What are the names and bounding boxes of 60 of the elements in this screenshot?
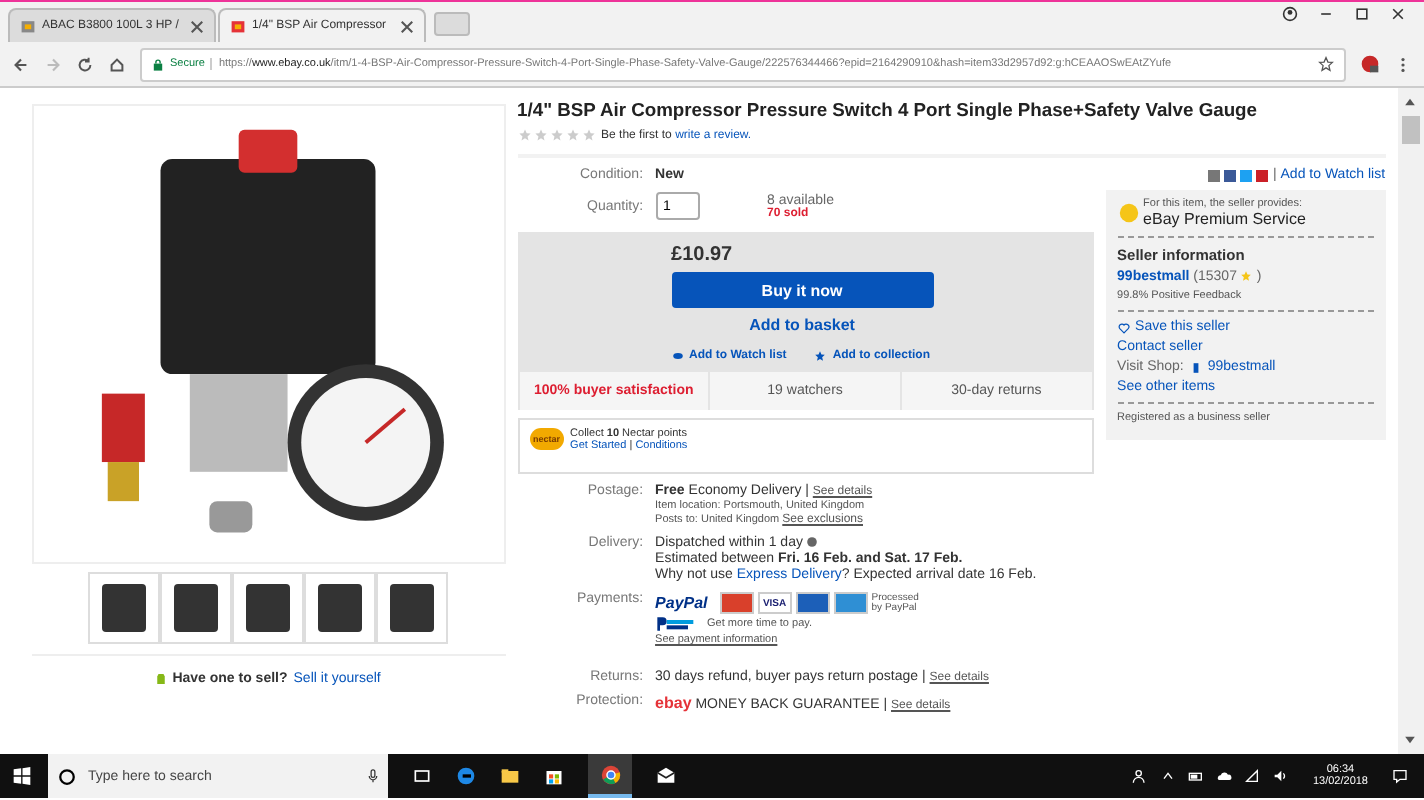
mail-icon[interactable] (656, 766, 676, 786)
circle-icon[interactable] (58, 767, 76, 785)
paypal-logo: PayPal (655, 594, 708, 612)
twitter-icon[interactable] (1240, 169, 1253, 181)
card-icon (719, 592, 754, 614)
paypal-credit-icon (655, 616, 696, 632)
active-taskbar-button[interactable] (588, 754, 632, 798)
windows-start-icon[interactable] (12, 766, 32, 786)
folder-icon[interactable] (500, 766, 520, 786)
close-tab-icon[interactable] (190, 19, 204, 33)
bookmark-star-icon[interactable] (1318, 56, 1334, 72)
scrollbar[interactable] (1397, 88, 1424, 754)
ebay-logo: ebay (655, 694, 692, 712)
scroll-up-icon[interactable] (1402, 94, 1419, 110)
thumbnail-photo[interactable] (232, 572, 305, 644)
premium-service-title: eBay Premium Service (1143, 210, 1306, 228)
lock-icon (152, 57, 164, 71)
scrollbar-thumb[interactable] (1401, 116, 1420, 144)
buy-it-now-button[interactable]: Buy it now (671, 272, 934, 308)
task-view-icon[interactable] (412, 766, 432, 786)
shooting-star-icon (1240, 270, 1253, 283)
reload-icon[interactable] (76, 55, 94, 73)
profile-icon[interactable] (1282, 6, 1298, 22)
maximize-icon[interactable] (1354, 6, 1370, 22)
home-icon[interactable] (108, 55, 126, 73)
pinterest-icon[interactable] (1256, 169, 1269, 181)
notifications-icon[interactable] (1392, 768, 1408, 784)
close-tab-icon[interactable] (400, 19, 414, 33)
item-title: 1/4" BSP Air Compressor Pressure Switch 4 Port Single Phase+Safety Valve Gauge (517, 98, 1259, 120)
card-icon (795, 592, 830, 614)
card-icon (833, 592, 868, 614)
facebook-icon[interactable] (1224, 169, 1237, 181)
tag-icon (156, 672, 167, 686)
store-bag-icon[interactable] (544, 766, 564, 786)
help-icon[interactable] (806, 536, 819, 549)
photo-placeholder[interactable] (32, 104, 506, 564)
price: £10.97 (671, 244, 735, 266)
people-icon[interactable] (1132, 768, 1149, 784)
tab-favicon-icon (230, 18, 246, 34)
heart-icon (1117, 321, 1130, 333)
tab-favicon-icon (20, 18, 36, 34)
scroll-down-icon[interactable] (1402, 732, 1419, 748)
thumbnail-photo[interactable] (376, 572, 449, 644)
cloud-icon[interactable] (1216, 768, 1233, 784)
star-icon (814, 350, 827, 362)
back-icon[interactable] (12, 55, 30, 73)
email-icon[interactable] (1208, 169, 1221, 181)
wifi-icon[interactable] (1244, 768, 1261, 784)
microphone-icon[interactable] (368, 768, 378, 784)
close-icon[interactable] (1390, 6, 1406, 22)
caret-up-icon[interactable] (1160, 768, 1177, 784)
thumbnail-photo[interactable] (88, 572, 161, 644)
add-to-basket-button[interactable]: Add to basket (671, 314, 934, 336)
thumbnail-photo[interactable] (304, 572, 377, 644)
volume-icon[interactable] (1272, 768, 1289, 784)
eye-icon (671, 350, 684, 362)
chrome-icon[interactable] (599, 763, 621, 785)
thumbnail-photo[interactable] (160, 572, 233, 644)
battery-icon[interactable] (1188, 768, 1205, 784)
extension-icon[interactable] (1360, 54, 1380, 74)
